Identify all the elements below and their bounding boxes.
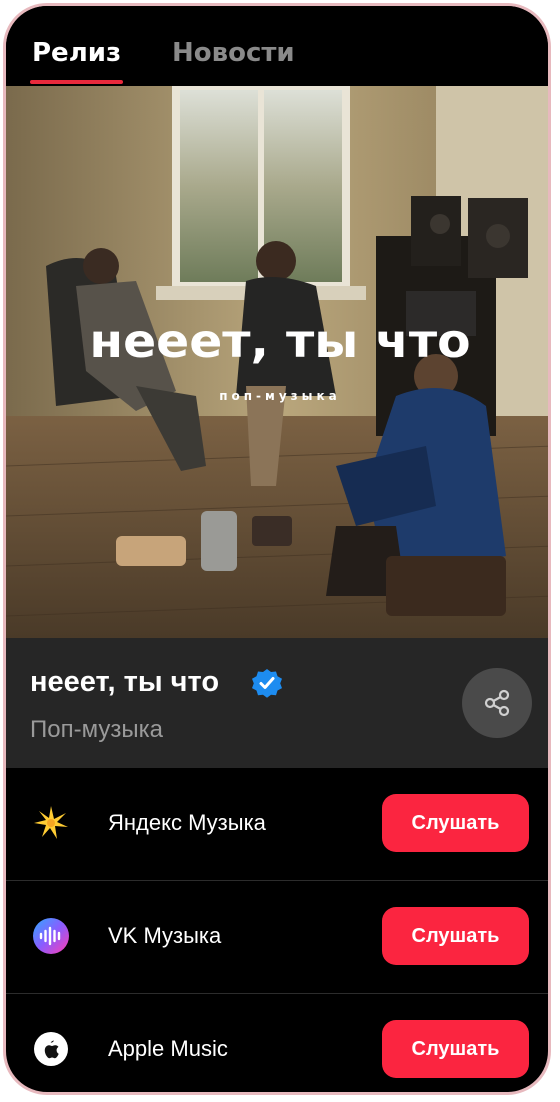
release-cover: нееет, ты что поп-музыка — [6, 86, 548, 638]
tab-news[interactable]: Новости — [172, 38, 295, 68]
vk-music-icon — [33, 918, 69, 954]
tab-bar: Релиз Новости — [6, 6, 548, 86]
service-name: Яндекс Музыка — [108, 810, 266, 835]
service-row-yandex: Яндекс Музыка Слушать — [6, 768, 548, 881]
listen-button-yandex[interactable]: Слушать — [382, 794, 529, 852]
phone-frame: Релиз Новости нееет, ты что поп-музыка н… — [3, 3, 551, 1095]
cover-title-text: нееет, ты что — [89, 314, 471, 368]
cover-genre-text: поп-музыка — [219, 389, 341, 403]
release-genre: Поп-музыка — [30, 716, 163, 743]
share-icon — [484, 689, 510, 717]
share-button[interactable] — [462, 668, 532, 738]
release-info-panel: нееет, ты что Поп-музыка — [6, 638, 548, 768]
service-row-apple: Apple Music Слушать — [6, 994, 548, 1092]
apple-music-icon — [34, 1032, 68, 1066]
active-tab-indicator — [30, 80, 123, 84]
listen-button-apple[interactable]: Слушать — [382, 1020, 529, 1078]
service-name: VK Музыка — [108, 923, 222, 948]
service-name: Apple Music — [108, 1036, 228, 1061]
service-row-vk: VK Музыка Слушать — [6, 881, 548, 994]
yandex-music-icon — [34, 806, 68, 839]
listen-button-vk[interactable]: Слушать — [382, 907, 529, 965]
release-title: нееет, ты что — [30, 666, 220, 698]
tab-release[interactable]: Релиз — [32, 38, 121, 68]
verified-badge-icon — [252, 669, 282, 698]
